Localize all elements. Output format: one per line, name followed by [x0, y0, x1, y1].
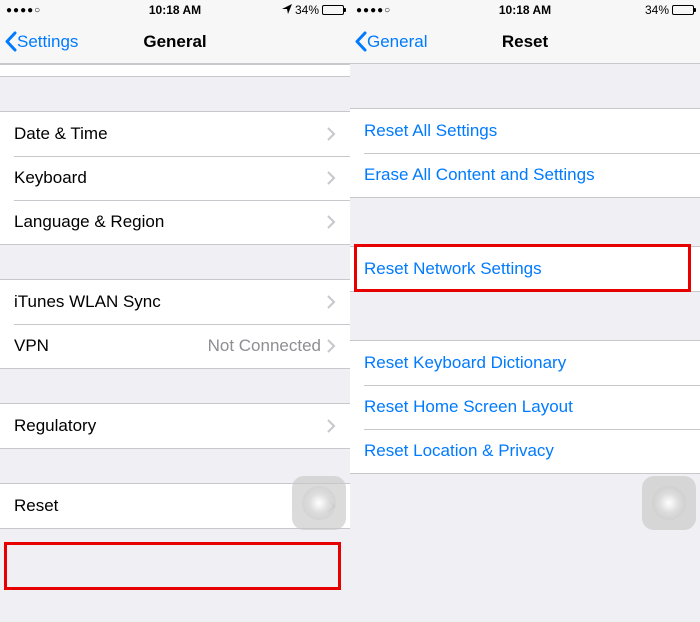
location-icon — [282, 3, 292, 17]
cell-label: Regulatory — [14, 416, 327, 436]
battery-icon — [322, 5, 344, 15]
cell-date-time[interactable]: Date & Time — [0, 112, 350, 156]
cell-detail: Not Connected — [208, 336, 321, 356]
cell-label: Language & Region — [14, 212, 327, 232]
highlight-reset — [4, 542, 341, 590]
cell-label: Reset Network Settings — [364, 259, 686, 279]
settings-group: iTunes WLAN Sync VPN Not Connected — [0, 279, 350, 369]
cell-reset-location[interactable]: Reset Location & Privacy — [350, 429, 700, 473]
cell-reset-all[interactable]: Reset All Settings — [350, 109, 700, 153]
signal-dots-icon: ●●●●○ — [356, 5, 391, 16]
cell-label: iTunes WLAN Sync — [14, 292, 327, 312]
navbar: General Reset — [350, 20, 700, 64]
back-button[interactable]: General — [350, 31, 427, 52]
chevron-right-icon — [327, 127, 336, 141]
status-bar: ●●●●○ 10:18 AM 34% — [350, 0, 700, 20]
cell-label: Reset All Settings — [364, 121, 686, 141]
cell-reset-home[interactable]: Reset Home Screen Layout — [350, 385, 700, 429]
chevron-right-icon — [327, 215, 336, 229]
nav-title: General — [143, 32, 206, 52]
back-label: Settings — [17, 32, 78, 52]
cell-itunes-wlan[interactable]: iTunes WLAN Sync — [0, 280, 350, 324]
reset-group: Reset Keyboard Dictionary Reset Home Scr… — [350, 340, 700, 474]
chevron-right-icon — [327, 295, 336, 309]
cell-language-region[interactable]: Language & Region — [0, 200, 350, 244]
cell-label: Reset Keyboard Dictionary — [364, 353, 686, 373]
battery-percent: 34% — [645, 3, 669, 17]
settings-group: Date & Time Keyboard Language & Region — [0, 111, 350, 245]
back-button[interactable]: Settings — [0, 31, 78, 52]
settings-group: Regulatory — [0, 403, 350, 449]
cell-label: Reset — [14, 496, 327, 516]
cell-vpn[interactable]: VPN Not Connected — [0, 324, 350, 368]
status-time: 10:18 AM — [499, 3, 551, 17]
chevron-left-icon — [4, 31, 17, 52]
row-fragment — [0, 64, 350, 77]
cell-label: Date & Time — [14, 124, 327, 144]
cell-erase-all[interactable]: Erase All Content and Settings — [350, 153, 700, 197]
assistive-touch-icon[interactable] — [292, 476, 346, 530]
back-label: General — [367, 32, 427, 52]
cell-label: Erase All Content and Settings — [364, 165, 686, 185]
cell-label: Reset Home Screen Layout — [364, 397, 686, 417]
cell-regulatory[interactable]: Regulatory — [0, 404, 350, 448]
status-time: 10:18 AM — [149, 3, 201, 17]
phone-right: ●●●●○ 10:18 AM 34% General Reset Reset A… — [350, 0, 700, 622]
chevron-left-icon — [354, 31, 367, 52]
navbar: Settings General — [0, 20, 350, 64]
assistive-touch-icon[interactable] — [642, 476, 696, 530]
status-bar: ●●●●○ 10:18 AM 34% — [0, 0, 350, 20]
chevron-right-icon — [327, 339, 336, 353]
signal-dots-icon: ●●●●○ — [6, 5, 41, 16]
chevron-right-icon — [327, 171, 336, 185]
cell-reset-keyboard[interactable]: Reset Keyboard Dictionary — [350, 341, 700, 385]
phone-left: ●●●●○ 10:18 AM 34% Settings General — [0, 0, 350, 622]
reset-group: Reset All Settings Erase All Content and… — [350, 108, 700, 198]
nav-title: Reset — [502, 32, 548, 52]
cell-label: VPN — [14, 336, 208, 356]
reset-group: Reset Network Settings — [350, 246, 700, 292]
chevron-right-icon — [327, 419, 336, 433]
battery-icon — [672, 5, 694, 15]
battery-percent: 34% — [295, 3, 319, 17]
cell-label: Keyboard — [14, 168, 327, 188]
cell-label: Reset Location & Privacy — [364, 441, 686, 461]
cell-keyboard[interactable]: Keyboard — [0, 156, 350, 200]
cell-reset-network[interactable]: Reset Network Settings — [350, 247, 700, 291]
